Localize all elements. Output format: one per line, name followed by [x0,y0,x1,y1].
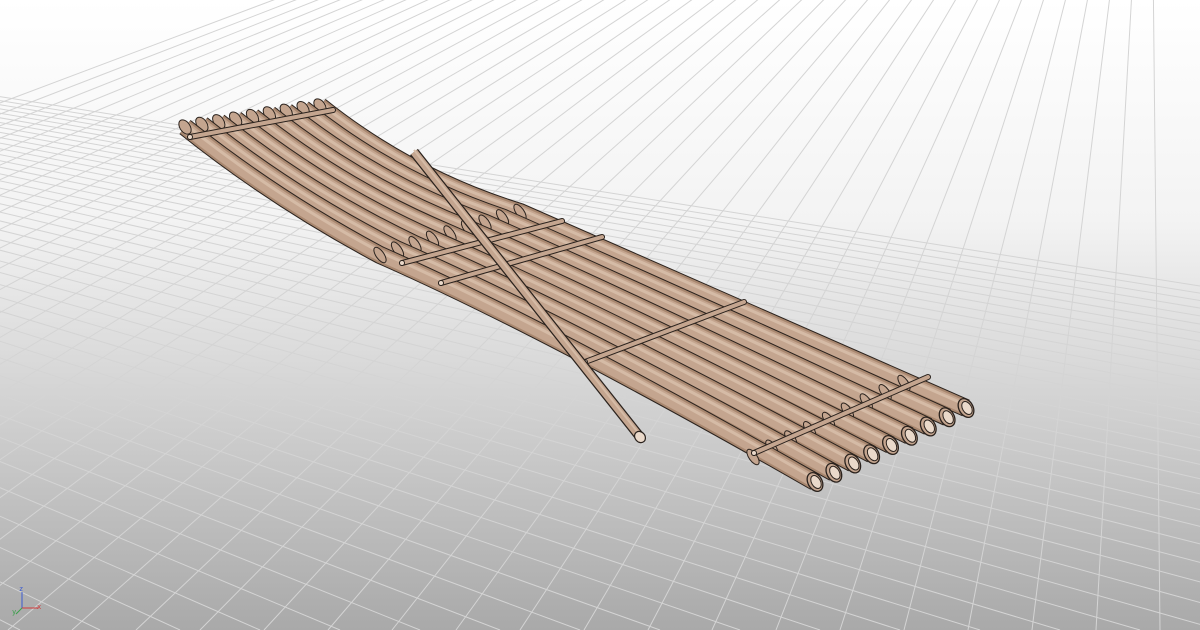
crossbar-end [187,134,193,140]
crossbar-end [751,450,757,456]
y-axis-line [15,607,23,615]
x-axis-label: x [37,603,42,611]
crossbar-end [399,260,405,266]
3d-viewport[interactable]: z x y [0,0,1200,630]
axis-triad-icon: z x y [12,586,42,616]
scene-canvas[interactable] [0,0,1200,630]
crossbar-end [438,280,444,286]
z-axis-label: z [19,585,24,593]
y-axis-label: y [12,608,17,616]
